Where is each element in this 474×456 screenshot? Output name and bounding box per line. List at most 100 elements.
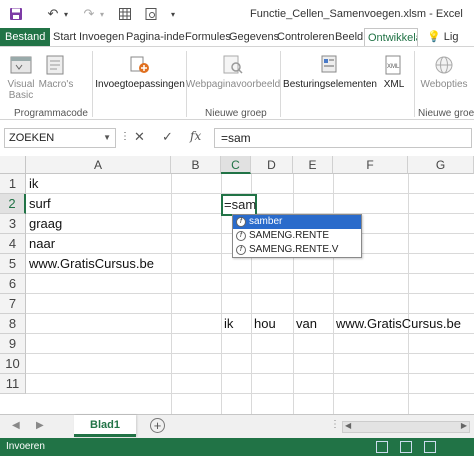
macros-label: Macro's <box>38 79 74 90</box>
active-cell-c2[interactable]: =sam <box>221 194 257 216</box>
column-header-g[interactable]: G <box>408 156 474 174</box>
column-header-c[interactable]: C <box>221 156 251 174</box>
scroll-left-icon[interactable]: ◀ <box>345 421 351 430</box>
enter-button[interactable]: ✓ <box>162 129 173 145</box>
redo-icon[interactable]: ↷ <box>82 6 96 22</box>
row-header-10[interactable]: 10 <box>0 354 26 374</box>
macros-icon <box>46 55 64 75</box>
tab-ontwikkelaars[interactable]: Ontwikkelaa <box>364 28 418 46</box>
cell-a1[interactable]: ik <box>26 174 38 194</box>
worksheet-grid[interactable]: A B C D E F G 1 2 3 4 5 6 7 8 9 10 11 ik… <box>0 156 474 414</box>
tab-pagina-indeling[interactable]: Pagina-inde <box>123 28 188 46</box>
tab-bestand[interactable]: Bestand <box>0 28 51 46</box>
formula-input[interactable]: =sam <box>214 128 472 148</box>
window-title: Functie_Cellen_Samenvoegen.xlsm - Excel <box>250 8 463 20</box>
gridline <box>26 393 474 394</box>
cell-a5[interactable]: www.GratisCursus.be <box>26 254 154 274</box>
normal-view-icon[interactable] <box>376 441 388 453</box>
webpaginavoorbeeld-button[interactable]: Webpaginavoorbeeld <box>186 53 280 90</box>
more-options-icon[interactable]: ⋮ <box>120 131 130 142</box>
status-bar: Invoeren <box>0 438 474 456</box>
cell-a4[interactable]: naar <box>26 234 55 254</box>
sheet-tab-blad1[interactable]: Blad1 <box>74 415 136 437</box>
gridline <box>293 174 294 414</box>
name-box-value: ZOEKEN <box>9 132 55 144</box>
group-label-programmacode: Programmacode <box>14 108 88 119</box>
cell-a2[interactable]: surf <box>26 194 51 214</box>
row-header-7[interactable]: 7 <box>0 294 26 314</box>
cell-d8[interactable]: hou <box>251 314 276 334</box>
autocomplete-item[interactable]: f samber <box>233 215 361 229</box>
grid-icon[interactable] <box>118 6 132 22</box>
page-layout-icon[interactable] <box>400 441 412 453</box>
select-all-button[interactable] <box>0 156 26 174</box>
row-header-9[interactable]: 9 <box>0 334 26 354</box>
tab-beeld[interactable]: Beeld <box>332 28 366 46</box>
tab-start[interactable]: Start <box>50 28 79 46</box>
lightbulb-icon: 💡 <box>427 31 441 43</box>
cell-a3[interactable]: graag <box>26 214 62 234</box>
function-autocomplete-list[interactable]: f samber f SAMENG.RENTE f SAMENG.RENTE.V <box>232 214 362 258</box>
ribbon: Visual Basic Macro's Programmacode Invoe… <box>0 46 474 120</box>
controls-icon <box>321 55 337 73</box>
xml-button[interactable]: XML XML <box>378 53 410 90</box>
title-bar: ↶ ▾ ↷ ▾ ▾ Functie_Cellen_Samenvoegen.xls… <box>0 0 474 28</box>
besturingselementen-label: Besturingselementen <box>283 79 377 90</box>
tell-me-box[interactable]: 💡 Lig <box>424 28 461 46</box>
name-box[interactable]: ZOEKEN ▼ <box>4 128 116 148</box>
redo-dropdown-icon[interactable]: ▾ <box>98 6 106 22</box>
column-header-e[interactable]: E <box>293 156 333 174</box>
add-ins-icon <box>130 56 149 73</box>
undo-dropdown-icon[interactable]: ▾ <box>62 6 70 22</box>
cell-c8[interactable]: ik <box>221 314 233 334</box>
column-header-a[interactable]: A <box>26 156 171 174</box>
row-header-2[interactable]: 2 <box>0 194 26 214</box>
gridline <box>171 174 172 414</box>
tab-controleren[interactable]: Controleren <box>274 28 337 46</box>
row-header-6[interactable]: 6 <box>0 274 26 294</box>
visual-basic-icon <box>10 56 32 74</box>
preview-icon[interactable] <box>144 6 158 22</box>
undo-icon[interactable]: ↶ <box>46 6 60 22</box>
insert-function-button[interactable]: fx <box>190 129 201 143</box>
webopties-button[interactable]: Webopties <box>418 53 470 90</box>
row-header-1[interactable]: 1 <box>0 174 26 194</box>
page-break-icon[interactable] <box>424 441 436 453</box>
sheet-tab-bar: ◀ ▶ Blad1 + ⋮ ◀ ▶ <box>0 414 474 438</box>
gridline <box>26 353 474 354</box>
xml-label: XML <box>383 79 405 90</box>
add-sheet-button[interactable]: + <box>150 418 165 433</box>
row-header-5[interactable]: 5 <box>0 254 26 274</box>
column-header-b[interactable]: B <box>171 156 221 174</box>
autocomplete-item[interactable]: f SAMENG.RENTE <box>233 229 361 243</box>
macros-button[interactable]: Macro's <box>38 53 74 90</box>
cell-f8[interactable]: www.GratisCursus.be <box>333 314 461 334</box>
horizontal-scrollbar[interactable]: ◀ ▶ <box>342 421 470 433</box>
row-header-11[interactable]: 11 <box>0 374 26 394</box>
column-header-d[interactable]: D <box>251 156 293 174</box>
ribbon-separator <box>92 51 93 117</box>
row-header-8[interactable]: 8 <box>0 314 26 334</box>
more-options-icon[interactable]: ⋮ <box>330 419 340 430</box>
visual-basic-button[interactable]: Visual Basic <box>4 53 38 101</box>
chevron-down-icon[interactable]: ▼ <box>103 129 111 147</box>
tab-invoegen[interactable]: Invoegen <box>76 28 127 46</box>
cell-e8[interactable]: van <box>293 314 317 334</box>
group-label-nieuwe-groep-2: Nieuwe groep <box>418 108 474 119</box>
web-options-icon <box>435 56 453 74</box>
save-icon[interactable] <box>8 6 24 22</box>
scroll-left-icon[interactable]: ◀ <box>12 420 20 431</box>
scroll-right-icon[interactable]: ▶ <box>461 421 467 430</box>
column-header-f[interactable]: F <box>333 156 408 174</box>
scroll-right-icon[interactable]: ▶ <box>36 420 44 431</box>
autocomplete-item-label: samber <box>249 216 283 227</box>
autocomplete-item[interactable]: f SAMENG.RENTE.V <box>233 243 361 257</box>
svg-text:XML: XML <box>387 64 400 70</box>
invoegtoepassingen-button[interactable]: Invoegtoepassingen <box>95 53 185 90</box>
row-header-4[interactable]: 4 <box>0 234 26 254</box>
row-header-3[interactable]: 3 <box>0 214 26 234</box>
besturingselementen-button[interactable]: Besturingselementen <box>283 53 377 90</box>
cancel-button[interactable]: ✕ <box>134 129 145 145</box>
function-icon: f <box>236 245 246 255</box>
qat-customize-icon[interactable]: ▾ <box>168 6 178 22</box>
